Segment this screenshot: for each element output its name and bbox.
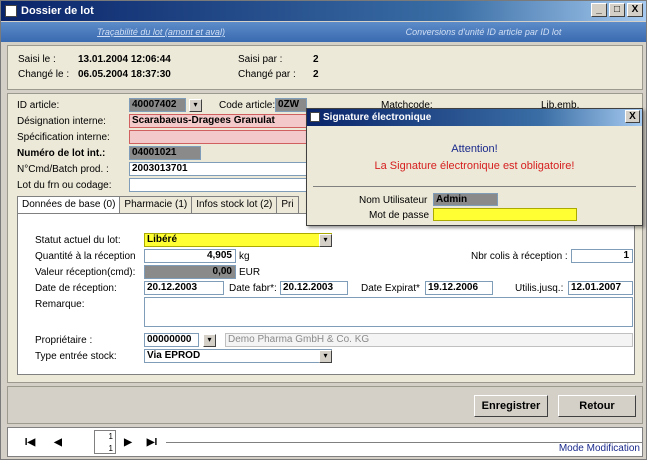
type-entree-label: Type entrée stock: <box>35 351 117 362</box>
saisi-par-value: 2 <box>313 54 319 65</box>
type-entree-dropdown[interactable]: ▾ <box>319 350 332 363</box>
signature-dialog: Signature électronique X Attention! La S… <box>306 108 643 226</box>
utilis-jusq-field[interactable]: 12.01.2007 <box>568 281 633 295</box>
code-article-label: Code article: <box>219 100 276 111</box>
password-field[interactable] <box>433 208 577 221</box>
proprietaire-field[interactable]: 00000000 <box>144 333 199 347</box>
change-par-value: 2 <box>313 69 319 80</box>
valeur-unit: EUR <box>239 267 261 278</box>
designation-field[interactable]: Scarabaeus-Dragees Granulat <box>129 114 307 128</box>
specification-label: Spécification interne: <box>17 132 110 143</box>
tab-prix[interactable]: Pri <box>276 196 299 214</box>
detail-tabs: Données de base (0) Pharmacie (1) Infos … <box>17 196 299 214</box>
attention-text: Attention! <box>451 143 498 155</box>
change-par-label: Changé par : <box>238 69 296 80</box>
specification-field[interactable] <box>129 130 307 144</box>
maximize-button[interactable]: □ <box>609 3 625 17</box>
code-article-field[interactable]: 0ZW <box>275 98 307 112</box>
utilis-jusq-label: Utilis.jusq.: <box>515 283 564 294</box>
lot-frn-label: Lot du frn ou codage: <box>17 180 112 191</box>
date-fabr-field[interactable]: 20.12.2003 <box>280 281 348 295</box>
designation-label: Désignation interne: <box>17 116 106 127</box>
date-expiration-label: Date Expirat* <box>361 283 420 294</box>
remarque-label: Remarque: <box>35 299 85 310</box>
app-icon <box>5 5 17 17</box>
dialog-title: Signature électronique <box>323 112 432 123</box>
date-expiration-field[interactable]: 19.12.2006 <box>425 281 493 295</box>
main-window: Dossier de lot _ □ X Traçabilité du lot … <box>0 0 647 460</box>
back-button[interactable]: Retour <box>558 395 636 417</box>
username-field[interactable]: Admin <box>433 193 498 206</box>
statut-field[interactable]: Libéré <box>144 233 332 247</box>
prev-record-icon[interactable]: ◀ <box>50 435 66 451</box>
change-label: Changé le : <box>18 69 70 80</box>
colis-field[interactable]: 1 <box>571 249 633 263</box>
change-value: 06.05.2004 18:37:30 <box>78 69 171 80</box>
minimize-button[interactable]: _ <box>591 3 607 17</box>
date-reception-label: Date de réception: <box>35 283 117 294</box>
proprietaire-name: Demo Pharma GmbH & Co. KG <box>225 333 633 347</box>
id-article-field[interactable]: 40007402 <box>129 98 186 112</box>
saisi-label: Saisi le : <box>18 54 56 65</box>
quantite-label: Quantité à la réception <box>35 251 136 262</box>
audit-panel: Saisi le : 13.01.2004 12:06:44 Saisi par… <box>7 45 643 90</box>
id-article-label: ID article: <box>17 100 60 111</box>
total-records: 1 <box>108 444 113 453</box>
proprietaire-dropdown[interactable]: ▾ <box>203 334 216 347</box>
type-entree-field[interactable]: Via EPROD <box>144 349 332 363</box>
dialog-divider <box>313 186 636 187</box>
last-record-icon[interactable]: ▶I <box>144 435 160 451</box>
window-title: Dossier de lot <box>21 5 94 17</box>
cmd-batch-field[interactable]: 2003013701 <box>129 162 307 176</box>
remarque-field[interactable] <box>144 297 633 327</box>
statut-label: Statut actuel du lot: <box>35 235 121 246</box>
tab-tracabilite[interactable]: Traçabilité du lot (amont et aval) <box>1 22 321 42</box>
username-label: Nom Utilisateur <box>359 195 428 206</box>
proprietaire-label: Propriétaire : <box>35 335 93 346</box>
tab-infos-stock[interactable]: Infos stock lot (2) <box>191 196 278 214</box>
date-reception-field[interactable]: 20.12.2003 <box>144 281 224 295</box>
record-navigator: I◀ ◀ 1 1 ▶ ▶I Mode Modification <box>7 427 643 457</box>
saisi-value: 13.01.2004 12:06:44 <box>78 54 171 65</box>
current-record: 1 <box>108 432 113 441</box>
lot-frn-field[interactable] <box>129 178 307 192</box>
lot-field[interactable]: 04001021 <box>129 146 201 160</box>
cmd-batch-label: N°Cmd/Batch prod. : <box>17 164 109 175</box>
first-record-icon[interactable]: I◀ <box>22 435 38 451</box>
title-bar: Dossier de lot _ □ X <box>1 1 646 21</box>
valeur-field[interactable]: 0,00 <box>144 265 236 279</box>
next-record-icon[interactable]: ▶ <box>120 435 136 451</box>
dialog-close-button[interactable]: X <box>625 110 640 123</box>
password-label: Mot de passe <box>369 210 430 221</box>
dialog-icon <box>310 112 320 122</box>
valeur-label: Valeur réception(cmd): <box>35 267 136 278</box>
quantite-unit: kg <box>239 251 250 262</box>
date-fabr-label: Date fabr*: <box>229 283 277 294</box>
record-number-field[interactable]: 1 1 <box>94 430 116 454</box>
mode-indicator: Mode Modification <box>558 443 640 454</box>
tab-donnees-base[interactable]: Données de base (0) <box>17 196 121 214</box>
tab-pharmacie[interactable]: Pharmacie (1) <box>119 196 193 214</box>
signature-required-message: La Signature électronique est obligatoir… <box>374 160 575 172</box>
id-article-dropdown[interactable]: ▾ <box>189 99 202 112</box>
lot-label: Numéro de lot int.: <box>17 148 106 159</box>
quantite-field[interactable]: 4,905 <box>144 249 236 263</box>
save-button[interactable]: Enregistrer <box>474 395 548 417</box>
top-tab-strip: Traçabilité du lot (amont et aval) Conve… <box>1 22 646 42</box>
colis-label: Nbr colis à réception : <box>471 251 568 262</box>
dialog-title-bar: Signature électronique X <box>307 109 642 126</box>
tab-conversions[interactable]: Conversions d'unité ID article par ID lo… <box>321 22 646 42</box>
statut-dropdown[interactable]: ▾ <box>319 234 332 247</box>
saisi-par-label: Saisi par : <box>238 54 283 65</box>
close-button[interactable]: X <box>627 3 643 17</box>
